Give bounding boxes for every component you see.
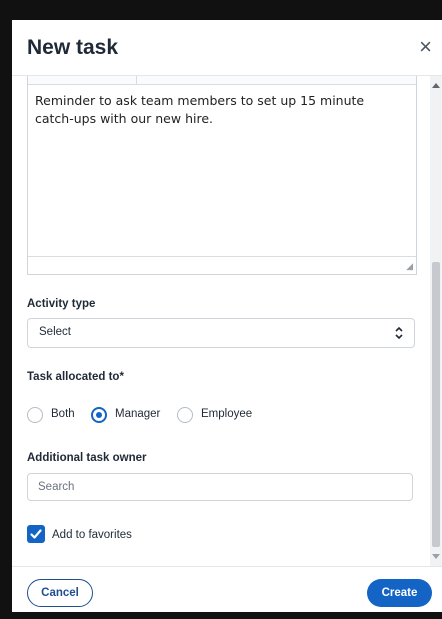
activity-type-label: Activity type bbox=[27, 298, 96, 310]
cancel-button[interactable]: Cancel bbox=[27, 579, 93, 607]
task-description-text[interactable]: Reminder to ask team members to set up 1… bbox=[35, 92, 405, 128]
background-edge bbox=[0, 612, 442, 619]
radio-label: Both bbox=[51, 408, 75, 420]
radio-label: Employee bbox=[201, 408, 253, 420]
additional-task-owner-label: Additional task owner bbox=[27, 452, 147, 464]
task-allocated-label: Task allocated to* bbox=[27, 371, 124, 383]
checkmark-icon bbox=[30, 529, 42, 539]
scroll-down-arrow-icon[interactable] bbox=[432, 554, 440, 560]
new-task-dialog: New task × Reminder to ask team members … bbox=[12, 20, 442, 612]
chevron-up-down-icon bbox=[394, 325, 404, 346]
dialog-title: New task bbox=[27, 36, 119, 59]
radio-button[interactable] bbox=[27, 407, 43, 423]
task-description-editor[interactable]: Reminder to ask team members to set up 1… bbox=[27, 76, 417, 275]
additional-task-owner-search-input[interactable] bbox=[27, 473, 413, 501]
dialog-body: Reminder to ask team members to set up 1… bbox=[12, 76, 442, 566]
dialog-footer: Cancel Create bbox=[12, 566, 442, 612]
editor-status-bar: ◢ bbox=[28, 256, 416, 274]
add-to-favorites-label: Add to favorites bbox=[52, 529, 132, 541]
resize-handle-icon[interactable]: ◢ bbox=[406, 261, 413, 272]
dialog-scrollbar[interactable] bbox=[430, 76, 442, 566]
radio-button[interactable] bbox=[177, 407, 193, 423]
add-to-favorites-checkbox[interactable] bbox=[27, 525, 45, 543]
background-edge bbox=[0, 0, 442, 20]
scrollbar-thumb[interactable] bbox=[432, 262, 440, 547]
dialog-header: New task × bbox=[12, 20, 442, 76]
radio-button[interactable] bbox=[91, 407, 107, 423]
editor-toolbar bbox=[28, 76, 416, 85]
activity-type-selected-value: Select bbox=[39, 326, 71, 338]
background-edge bbox=[0, 0, 12, 619]
scroll-up-arrow-icon[interactable] bbox=[432, 82, 440, 88]
activity-type-select[interactable]: Select bbox=[27, 318, 415, 348]
radio-label: Manager bbox=[115, 408, 161, 420]
create-button[interactable]: Create bbox=[367, 579, 432, 607]
close-icon[interactable]: × bbox=[419, 34, 432, 60]
